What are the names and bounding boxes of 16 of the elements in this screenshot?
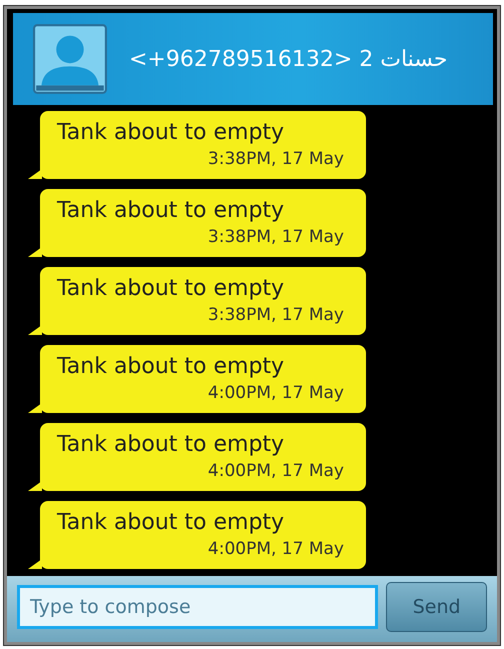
message-time: 4:00PM, 17 May: [206, 382, 344, 405]
message-text: Tank about to empty: [57, 275, 286, 303]
contact-title: <+962789516132> 2 حسنات: [129, 46, 448, 72]
message-text: Tank about to empty: [57, 509, 286, 537]
message-time: 3:38PM, 17 May: [206, 148, 344, 171]
message-time: 4:00PM, 17 May: [206, 460, 344, 483]
message-text: Tank about to empty: [57, 119, 286, 147]
avatar-icon: [33, 24, 107, 94]
compose-field[interactable]: Type to compose: [17, 585, 378, 629]
message-text: Tank about to empty: [57, 353, 286, 381]
message-time: 3:38PM, 17 May: [206, 226, 344, 249]
message-time: 4:00PM, 17 May: [206, 538, 344, 561]
message-text: Tank about to empty: [57, 431, 286, 459]
message-time: 3:38PM, 17 May: [206, 304, 344, 327]
message-text: Tank about to empty: [57, 197, 286, 225]
send-button[interactable]: Send: [386, 582, 487, 632]
